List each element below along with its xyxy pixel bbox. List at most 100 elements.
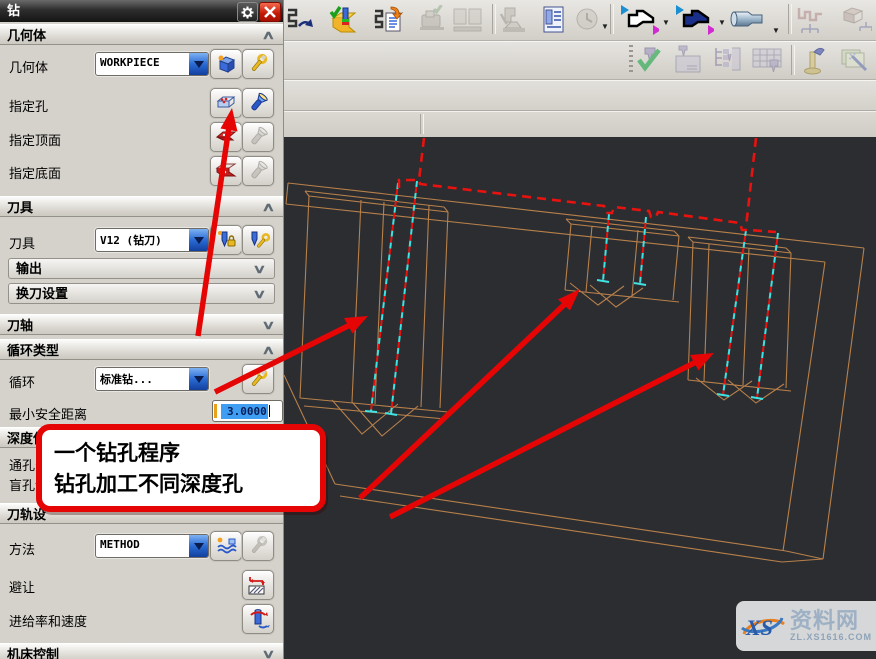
section-geometry[interactable]: 几何体 ∧ <box>0 24 283 45</box>
shop-doc-icon[interactable] <box>536 3 570 37</box>
bottom-face-icon <box>215 161 237 181</box>
assembly-grey-icon[interactable] <box>838 3 872 37</box>
dropdown-arrow-icon[interactable] <box>189 368 208 390</box>
verify-grey-icon[interactable] <box>415 3 449 37</box>
mill-tool-blue-dropdown[interactable]: ▼ <box>718 18 726 27</box>
lever-icon[interactable] <box>798 43 832 77</box>
method-dropdown-value: METHOD <box>100 538 140 551</box>
wrench-icon <box>247 368 269 390</box>
section-tool-axis[interactable]: 刀轴 ∨ <box>0 314 283 335</box>
specify-holes-label: 指定孔 <box>9 96 48 115</box>
toolbar-grip[interactable] <box>629 45 633 75</box>
callout-line1: 一个钻孔程序 <box>54 438 314 469</box>
toolbar-separator <box>420 114 424 134</box>
edit-cycle-button[interactable] <box>242 364 274 394</box>
expand-chevron-icon[interactable]: ∨ <box>253 259 267 279</box>
min-clearance-label: 最小安全距离 <box>9 404 87 423</box>
geometry-dropdown[interactable]: WORKPIECE <box>95 52 209 76</box>
machine-grey-icon[interactable] <box>497 3 531 37</box>
new-geometry-button[interactable] <box>210 49 242 79</box>
collapse-chevron-icon[interactable]: ∧ <box>262 197 276 218</box>
dropdown-arrow-icon[interactable] <box>189 229 208 251</box>
dialog-settings-button[interactable] <box>237 2 258 22</box>
generate-toolpath-icon[interactable] <box>328 3 362 37</box>
tool-change-subsection[interactable]: 换刀设置 ∨ <box>8 283 275 304</box>
mill-tool-blue-icon[interactable] <box>672 3 714 37</box>
mill-tool-white-icon[interactable] <box>617 3 659 37</box>
gear-icon <box>241 6 254 19</box>
turn-tool-dropdown[interactable]: ▼ <box>772 26 780 35</box>
path-grey-icon[interactable] <box>794 3 828 37</box>
flashlight-grey-icon <box>247 160 269 182</box>
toolbar-separator <box>610 4 614 34</box>
nx-cam-screen: ▼ ▼ ▼ ▼ <box>0 0 876 659</box>
section-geometry-label: 几何体 <box>7 28 46 43</box>
output-label: 输出 <box>16 261 42 276</box>
toolbar-separator <box>788 4 792 34</box>
edit-method-button[interactable] <box>242 531 274 561</box>
display-holes-button[interactable] <box>242 88 274 118</box>
dropdown-arrow-icon[interactable] <box>189 53 208 75</box>
select-top-face-button[interactable] <box>210 122 242 152</box>
min-clearance-field[interactable]: 3.0000 <box>212 400 283 422</box>
display-top-face-button[interactable] <box>242 122 274 152</box>
select-bottom-face-button[interactable] <box>210 156 242 186</box>
tree-tool-icon[interactable] <box>710 43 744 77</box>
feeds-speeds-label: 进给率和速度 <box>9 611 87 630</box>
select-holes-button[interactable] <box>210 88 242 118</box>
layers-wand-icon[interactable] <box>838 43 872 77</box>
min-clearance-value: 3.0000 <box>221 404 268 419</box>
clock-dropdown-arrow[interactable]: ▼ <box>601 22 609 31</box>
annotation-callout: 一个钻孔程序 钻孔加工不同深度孔 <box>36 424 326 512</box>
watermark-logo-icon: XS <box>736 606 788 646</box>
collapse-chevron-icon[interactable]: ∧ <box>262 340 276 361</box>
avoidance-button[interactable] <box>242 570 274 600</box>
method-label: 方法 <box>9 539 35 558</box>
section-machine-control[interactable]: 机床控制 ∨ <box>0 643 283 659</box>
tool-wrench-icon <box>246 228 270 252</box>
dialog-close-button[interactable] <box>259 2 281 22</box>
expand-chevron-icon[interactable]: ∨ <box>253 284 267 304</box>
edit-geometry-button[interactable] <box>242 49 274 79</box>
new-method-button[interactable] <box>210 531 242 561</box>
avoidance-icon <box>246 573 270 597</box>
mill-tool-white-dropdown[interactable]: ▼ <box>662 18 670 27</box>
section-tool-axis-label: 刀轴 <box>7 318 33 333</box>
turn-tool-icon[interactable] <box>728 3 768 37</box>
watermark-url: ZL.XS1616.COM <box>790 632 872 642</box>
section-machine-control-label: 机床控制 <box>7 647 59 659</box>
dropdown-arrow-icon[interactable] <box>189 535 208 557</box>
geometry-label: 几何体 <box>9 57 48 76</box>
output-subsection[interactable]: 输出 ∨ <box>8 258 275 279</box>
display-bottom-face-button[interactable] <box>242 156 274 186</box>
section-tool[interactable]: 刀具 ∧ <box>0 196 283 217</box>
collapse-chevron-icon[interactable]: ∧ <box>262 25 276 46</box>
sheet-tool-icon[interactable] <box>671 43 705 77</box>
cycle-label: 循环 <box>9 372 35 391</box>
rapid-toolpath <box>399 138 776 232</box>
text-cursor <box>269 405 270 417</box>
edit-tool-button[interactable] <box>242 225 274 255</box>
postprocess-icon[interactable] <box>372 3 406 37</box>
flashlight-icon <box>247 92 269 114</box>
edit-undo-icon[interactable] <box>283 3 317 37</box>
graphics-viewport[interactable] <box>284 137 876 659</box>
new-tool-button[interactable] <box>210 225 242 255</box>
method-dropdown[interactable]: METHOD <box>95 534 209 558</box>
check-tool-icon[interactable] <box>634 43 668 77</box>
watermark: XS 资料网 ZL.XS1616.COM <box>736 601 876 651</box>
feeds-speeds-button[interactable] <box>242 604 274 634</box>
list-docs-grey-icon[interactable] <box>450 3 484 37</box>
section-cycle-type[interactable]: 循环类型 ∧ <box>0 339 283 360</box>
table-tool-icon[interactable] <box>750 43 784 77</box>
section-tool-label: 刀具 <box>7 200 33 215</box>
field-handle[interactable] <box>214 404 217 418</box>
callout-line2: 钻孔加工不同深度孔 <box>54 469 314 500</box>
toolbar-separator <box>791 45 795 75</box>
expand-chevron-icon[interactable]: ∨ <box>262 315 276 336</box>
clock-grey-icon[interactable] <box>570 3 604 37</box>
expand-chevron-icon[interactable]: ∨ <box>262 644 276 659</box>
wrench-grey-icon <box>247 535 269 557</box>
cycle-dropdown[interactable]: 标准钻... <box>95 367 209 391</box>
tool-dropdown[interactable]: V12 (钻刀) <box>95 228 209 252</box>
